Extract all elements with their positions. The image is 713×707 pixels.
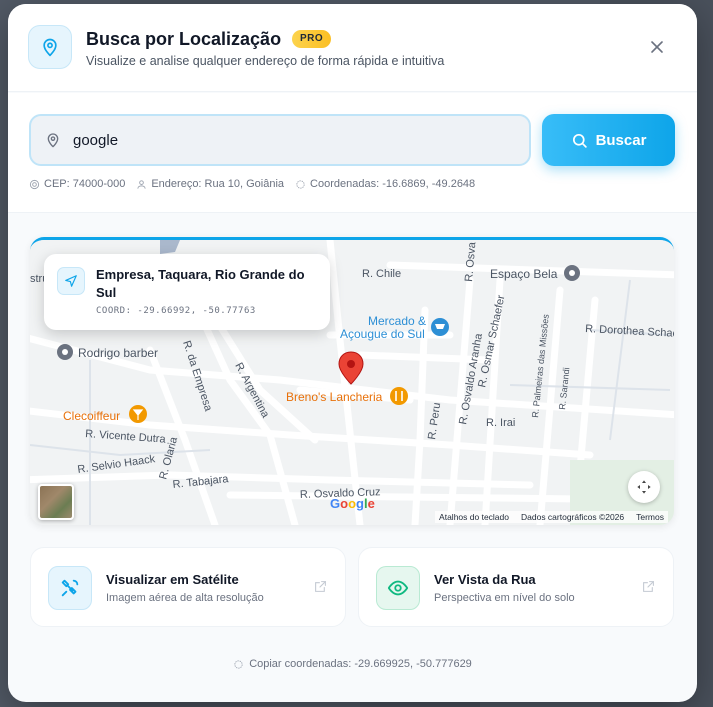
search-input[interactable]	[73, 130, 513, 150]
map-footer: Atalhos do teclado Dados cartográficos ©…	[435, 511, 668, 523]
search-button[interactable]: Buscar	[542, 114, 675, 166]
modal-header: Busca por Localização PRO Visualize e an…	[8, 4, 697, 92]
map-pin-icon	[47, 133, 59, 148]
svg-text:Mercado &: Mercado &	[368, 314, 426, 328]
copy-coordinates-label: Copiar coordenadas: -29.669925, -50.7776…	[249, 658, 472, 670]
target-icon	[29, 179, 40, 189]
search-button-label: Buscar	[595, 131, 647, 149]
meta-row: CEP: 74000-000 Endereço: Rua 10, Goiânia…	[29, 178, 475, 190]
poi-espaco-bela[interactable]: Espaço Bela	[490, 265, 580, 281]
fullscreen-button[interactable]	[628, 471, 660, 503]
satellite-icon	[48, 566, 92, 610]
svg-text:Açougue do Sul: Açougue do Sul	[340, 327, 425, 341]
copy-coordinates-button[interactable]: Copiar coordenadas: -29.669925, -50.7776…	[8, 658, 697, 670]
map-view[interactable]: R. Chile stru R. da Empresa R. Argentina…	[30, 237, 674, 525]
search-icon	[572, 133, 587, 148]
street-view-subtitle: Perspectiva em nível do solo	[434, 592, 575, 604]
coords-meta: Coordenadas: -16.6869, -49.2648	[295, 178, 475, 190]
external-link-icon	[315, 581, 326, 592]
navigation-arrow-icon	[57, 267, 85, 295]
street-view-card[interactable]: Ver Vista da Rua Perspectiva em nível do…	[358, 547, 674, 627]
cep-meta: CEP: 74000-000	[29, 178, 125, 190]
modal-title: Busca por Localização	[86, 29, 282, 49]
street-label: R. Irai	[486, 417, 515, 429]
user-icon	[137, 179, 146, 189]
svg-text:Rodrigo barber: Rodrigo barber	[78, 346, 158, 360]
svg-text:Clecoiffeur: Clecoiffeur	[63, 409, 120, 423]
map-data-attribution: Dados cartográficos ©2026	[521, 512, 625, 522]
terms-link[interactable]: Termos	[636, 512, 664, 522]
satellite-subtitle: Imagem aérea de alta resolução	[106, 592, 264, 604]
close-icon	[651, 41, 663, 53]
fullscreen-icon	[637, 480, 651, 494]
address-meta: Endereço: Rua 10, Goiânia	[136, 178, 284, 190]
search-box[interactable]	[29, 114, 531, 166]
google-logo: Google	[330, 496, 375, 511]
svg-text:Espaço Bela: Espaço Bela	[490, 267, 558, 281]
eye-icon	[376, 566, 420, 610]
satellite-layer-toggle[interactable]	[38, 484, 74, 520]
location-info-card: Empresa, Taquara, Rio Grande do Sul COOR…	[44, 254, 330, 330]
pro-badge: PRO	[292, 30, 332, 48]
location-pin-icon	[28, 25, 72, 69]
search-section: Buscar CEP: 74000-000 Endereço: Rua 10, …	[8, 93, 697, 213]
location-title: Empresa, Taquara, Rio Grande do Sul	[96, 267, 305, 300]
crosshair-icon	[234, 659, 243, 669]
satellite-view-card[interactable]: Visualizar em Satélite Imagem aérea de a…	[30, 547, 346, 627]
satellite-title: Visualizar em Satélite	[106, 572, 239, 587]
close-button[interactable]	[644, 34, 670, 60]
keyboard-shortcuts-link[interactable]: Atalhos do teclado	[439, 512, 509, 522]
svg-text:Breno's Lancheria: Breno's Lancheria	[286, 390, 383, 404]
location-coord: COORD: -29.66992, -50.77763	[96, 306, 256, 316]
modal-subtitle: Visualize e analise qualquer endereço de…	[86, 54, 445, 68]
street-view-title: Ver Vista da Rua	[434, 572, 536, 587]
street-label: R. Chile	[362, 268, 401, 280]
external-link-icon	[643, 581, 654, 592]
crosshair-icon	[296, 179, 305, 189]
location-search-modal: Busca por Localização PRO Visualize e an…	[8, 4, 697, 702]
